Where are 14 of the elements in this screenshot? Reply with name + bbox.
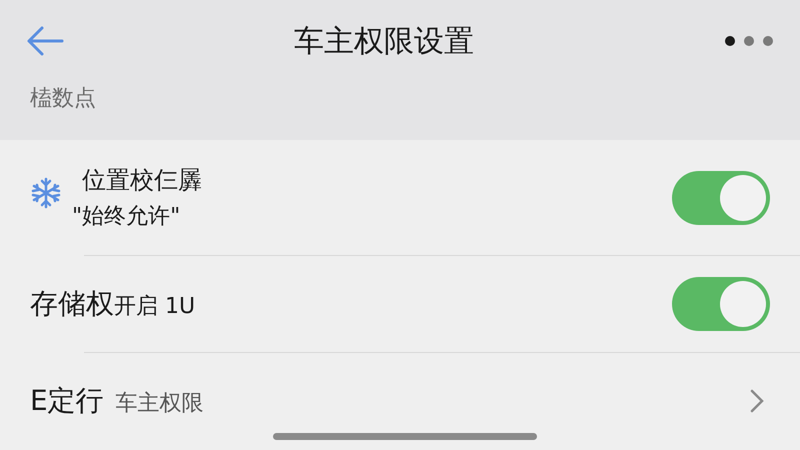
chevron-right-icon[interactable] — [750, 389, 764, 413]
row-title: E定行 — [30, 383, 104, 419]
row-detail: 车主权限 — [116, 390, 204, 418]
back-arrow-icon[interactable] — [26, 25, 64, 57]
toggle-switch[interactable] — [672, 276, 770, 330]
row-detail: 开启 1U — [114, 292, 196, 320]
row-title: 存储权 — [30, 286, 114, 322]
snowflake-icon — [30, 176, 62, 208]
more-icon[interactable] — [724, 35, 774, 47]
row-subtitle: "始终允许" — [72, 203, 182, 231]
page-title: 车主权限设置 — [294, 22, 474, 60]
section-label: 榼数点 — [30, 86, 96, 111]
toggle-switch[interactable] — [672, 170, 770, 224]
row-title: 位置校仨羼 — [82, 165, 202, 196]
